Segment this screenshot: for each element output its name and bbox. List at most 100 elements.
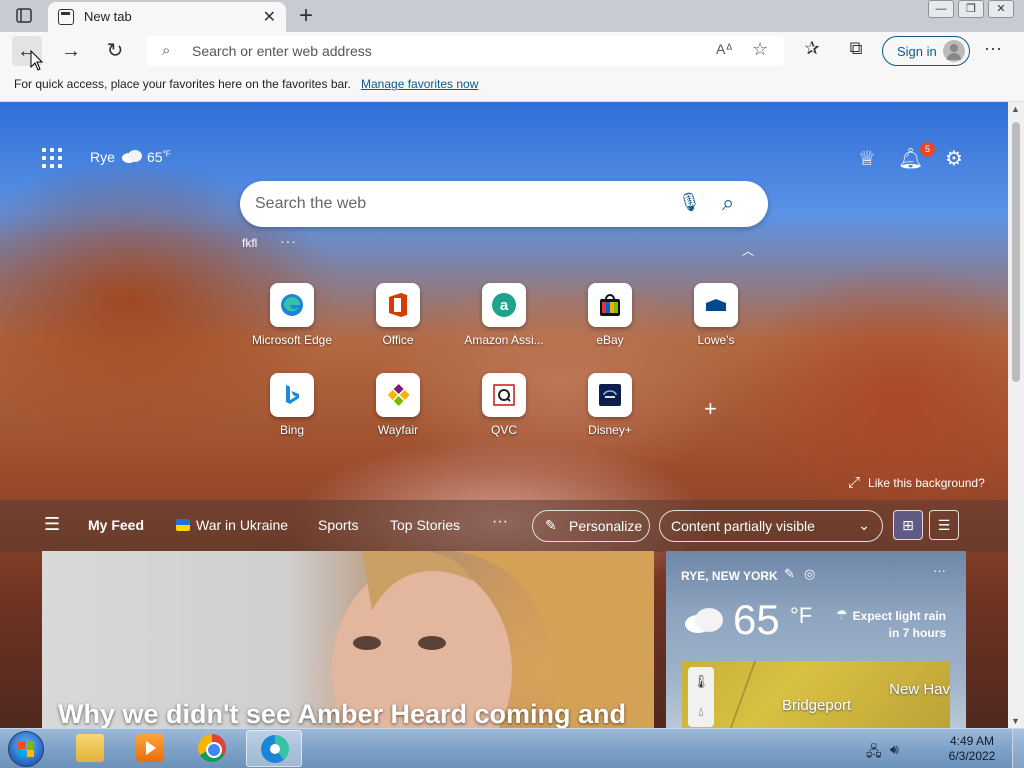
news-headline[interactable]: Why we didn't see Amber Heard coming and — [58, 699, 626, 728]
volume-icon[interactable]: 🔊︎ — [890, 741, 899, 758]
quick-links-more-icon[interactable]: ··· — [280, 233, 297, 249]
taskbar-chrome[interactable] — [184, 730, 240, 767]
collections-icon[interactable]: ⧉ — [844, 38, 868, 59]
read-aloud-icon[interactable]: Aᐞ — [716, 41, 733, 58]
scroll-up-icon[interactable]: ▲ — [1011, 104, 1020, 114]
add-shortcut-icon[interactable]: + — [704, 396, 717, 422]
weather-more-icon[interactable]: ··· — [933, 563, 946, 578]
sign-in-label: Sign in — [897, 44, 937, 59]
search-icon: ⌕ — [162, 42, 171, 59]
tile-microsoft-edge[interactable]: Microsoft Edge — [242, 283, 342, 347]
media-player-icon — [136, 734, 164, 762]
network-icon[interactable]: 🖧︎ — [866, 741, 882, 765]
weather-forecast: Expect light rain in 7 hours — [826, 608, 946, 642]
list-view-icon[interactable]: ☰ — [929, 510, 959, 540]
manage-favorites-link[interactable]: Manage favorites now — [361, 77, 478, 91]
page-scrollbar[interactable]: ▲ ▼ — [1008, 102, 1024, 728]
tile-label: eBay — [596, 333, 624, 347]
tile-label: Disney+ — [588, 423, 632, 437]
tile-ebay[interactable]: eBay — [560, 283, 660, 347]
avatar-icon — [943, 40, 965, 62]
refresh-button[interactable]: ↻ — [100, 36, 130, 66]
mouse-cursor-icon — [30, 50, 44, 71]
edit-location-icon[interactable]: ✎ — [784, 566, 795, 582]
address-input[interactable]: Search or enter web address — [192, 43, 372, 59]
edge-icon — [261, 735, 289, 763]
edge-icon — [270, 283, 314, 327]
thermometer-icon: 🌡︎ — [692, 674, 710, 689]
ebay-icon — [588, 283, 632, 327]
settings-more-icon[interactable]: ··· — [984, 38, 1002, 59]
favorites-bar: For quick access, place your favorites h… — [0, 70, 1024, 102]
collapse-quick-links-icon[interactable]: ︿ — [742, 242, 754, 259]
feed-menu-icon[interactable]: ☰ — [44, 514, 60, 535]
locate-icon[interactable]: ◎ — [804, 566, 815, 582]
tile-bing[interactable]: Bing — [242, 373, 342, 437]
web-search-box[interactable]: Search the web 🎙︎ ⌕ — [240, 181, 768, 227]
personalize-button[interactable]: ✎ Personalize — [532, 510, 650, 542]
tile-office[interactable]: Office — [348, 283, 448, 347]
tab-actions-icon[interactable] — [12, 6, 36, 26]
taskbar-media-player[interactable] — [122, 730, 178, 767]
tab-my-feed[interactable]: My Feed — [88, 517, 144, 533]
tab-sports[interactable]: Sports — [318, 517, 358, 533]
feed-more-icon[interactable]: ··· — [492, 513, 508, 531]
web-search-input[interactable]: Search the web — [255, 195, 366, 213]
notifications-icon[interactable]: 🔔︎ — [898, 146, 923, 171]
news-card[interactable]: Why we didn't see Amber Heard coming and — [42, 551, 654, 728]
like-background-label: Like this background? — [868, 476, 985, 490]
weather-temp[interactable]: 65°F — [147, 149, 171, 165]
close-window-button[interactable]: ✕ — [988, 0, 1014, 18]
ukraine-flag-icon — [176, 519, 190, 531]
map-label: New Hav — [889, 681, 950, 698]
lowes-icon — [694, 283, 738, 327]
close-tab-icon[interactable]: ✕ — [263, 7, 276, 27]
new-tab-icon — [58, 9, 74, 25]
tile-wayfair[interactable]: Wayfair — [348, 373, 448, 437]
tab-war-in-ukraine[interactable]: War in Ukraine — [176, 517, 288, 533]
minimize-button[interactable]: — — [928, 0, 954, 18]
weather-card[interactable]: RYE, NEW YORK ✎ ◎ ··· 65 °F ☂ Expect lig… — [666, 551, 966, 728]
tile-qvc[interactable]: QVC — [454, 373, 554, 437]
tile-disney-plus[interactable]: Disney+ — [560, 373, 660, 437]
sign-in-button[interactable]: Sign in — [882, 36, 970, 66]
scroll-down-icon[interactable]: ▼ — [1011, 716, 1020, 726]
map-layer-toggle[interactable]: 🌡︎ 💧︎ — [688, 667, 714, 727]
address-bar[interactable]: ⌕ Search or enter web address Aᐞ ☆ — [146, 36, 784, 66]
app-launcher-icon[interactable] — [42, 148, 62, 168]
office-icon — [376, 283, 420, 327]
tile-lowes[interactable]: Lowe's — [666, 283, 766, 347]
tab-new-tab[interactable]: New tab ✕ — [48, 2, 286, 32]
toolbar: ← → ↻ ⌕ Search or enter web address Aᐞ ☆… — [0, 32, 1024, 70]
chevron-down-icon: ⌄ — [858, 517, 870, 533]
like-background-link[interactable]: ⤢ Like this background? — [848, 474, 985, 491]
tile-label: Office — [382, 333, 414, 347]
weather-location[interactable]: Rye — [90, 149, 115, 165]
start-button[interactable] — [8, 731, 44, 767]
system-clock[interactable]: 4:49 AM 6/3/2022 — [942, 734, 1002, 764]
svg-text:a: a — [500, 297, 509, 314]
tile-label: Lowe's — [697, 333, 735, 347]
add-favorite-icon[interactable]: ☆ — [752, 39, 768, 60]
taskbar-edge[interactable] — [246, 730, 302, 767]
scrollbar-thumb[interactable] — [1012, 122, 1020, 382]
expand-icon: ⤢ — [848, 474, 861, 491]
rewards-icon[interactable]: ♕ — [855, 146, 879, 171]
restore-button[interactable]: ❐ — [958, 0, 984, 18]
weather-map[interactable]: 🌡︎ 💧︎ Bridgeport New Hav — [682, 661, 950, 728]
window-controls: — ❐ ✕ — [924, 0, 1014, 18]
forward-button[interactable]: → — [56, 36, 86, 66]
grid-view-icon[interactable]: ⊞ — [893, 510, 923, 540]
clock-date: 6/3/2022 — [948, 749, 996, 763]
chrome-icon — [198, 734, 226, 762]
taskbar-explorer[interactable] — [62, 730, 118, 767]
tab-top-stories[interactable]: Top Stories — [390, 517, 460, 533]
tile-amazon-assistant[interactable]: a Amazon Assi... — [454, 283, 554, 347]
favorites-icon[interactable]: ✰ — [800, 38, 824, 59]
page-settings-icon[interactable]: ⚙ — [942, 146, 966, 171]
search-submit-icon[interactable]: ⌕ — [722, 190, 734, 216]
content-visibility-dropdown[interactable]: Content partially visible ⌄ — [659, 510, 883, 542]
microphone-icon[interactable]: 🎙︎ — [678, 192, 701, 213]
show-desktop-button[interactable] — [1012, 729, 1024, 768]
new-tab-button[interactable]: + — [294, 2, 318, 30]
